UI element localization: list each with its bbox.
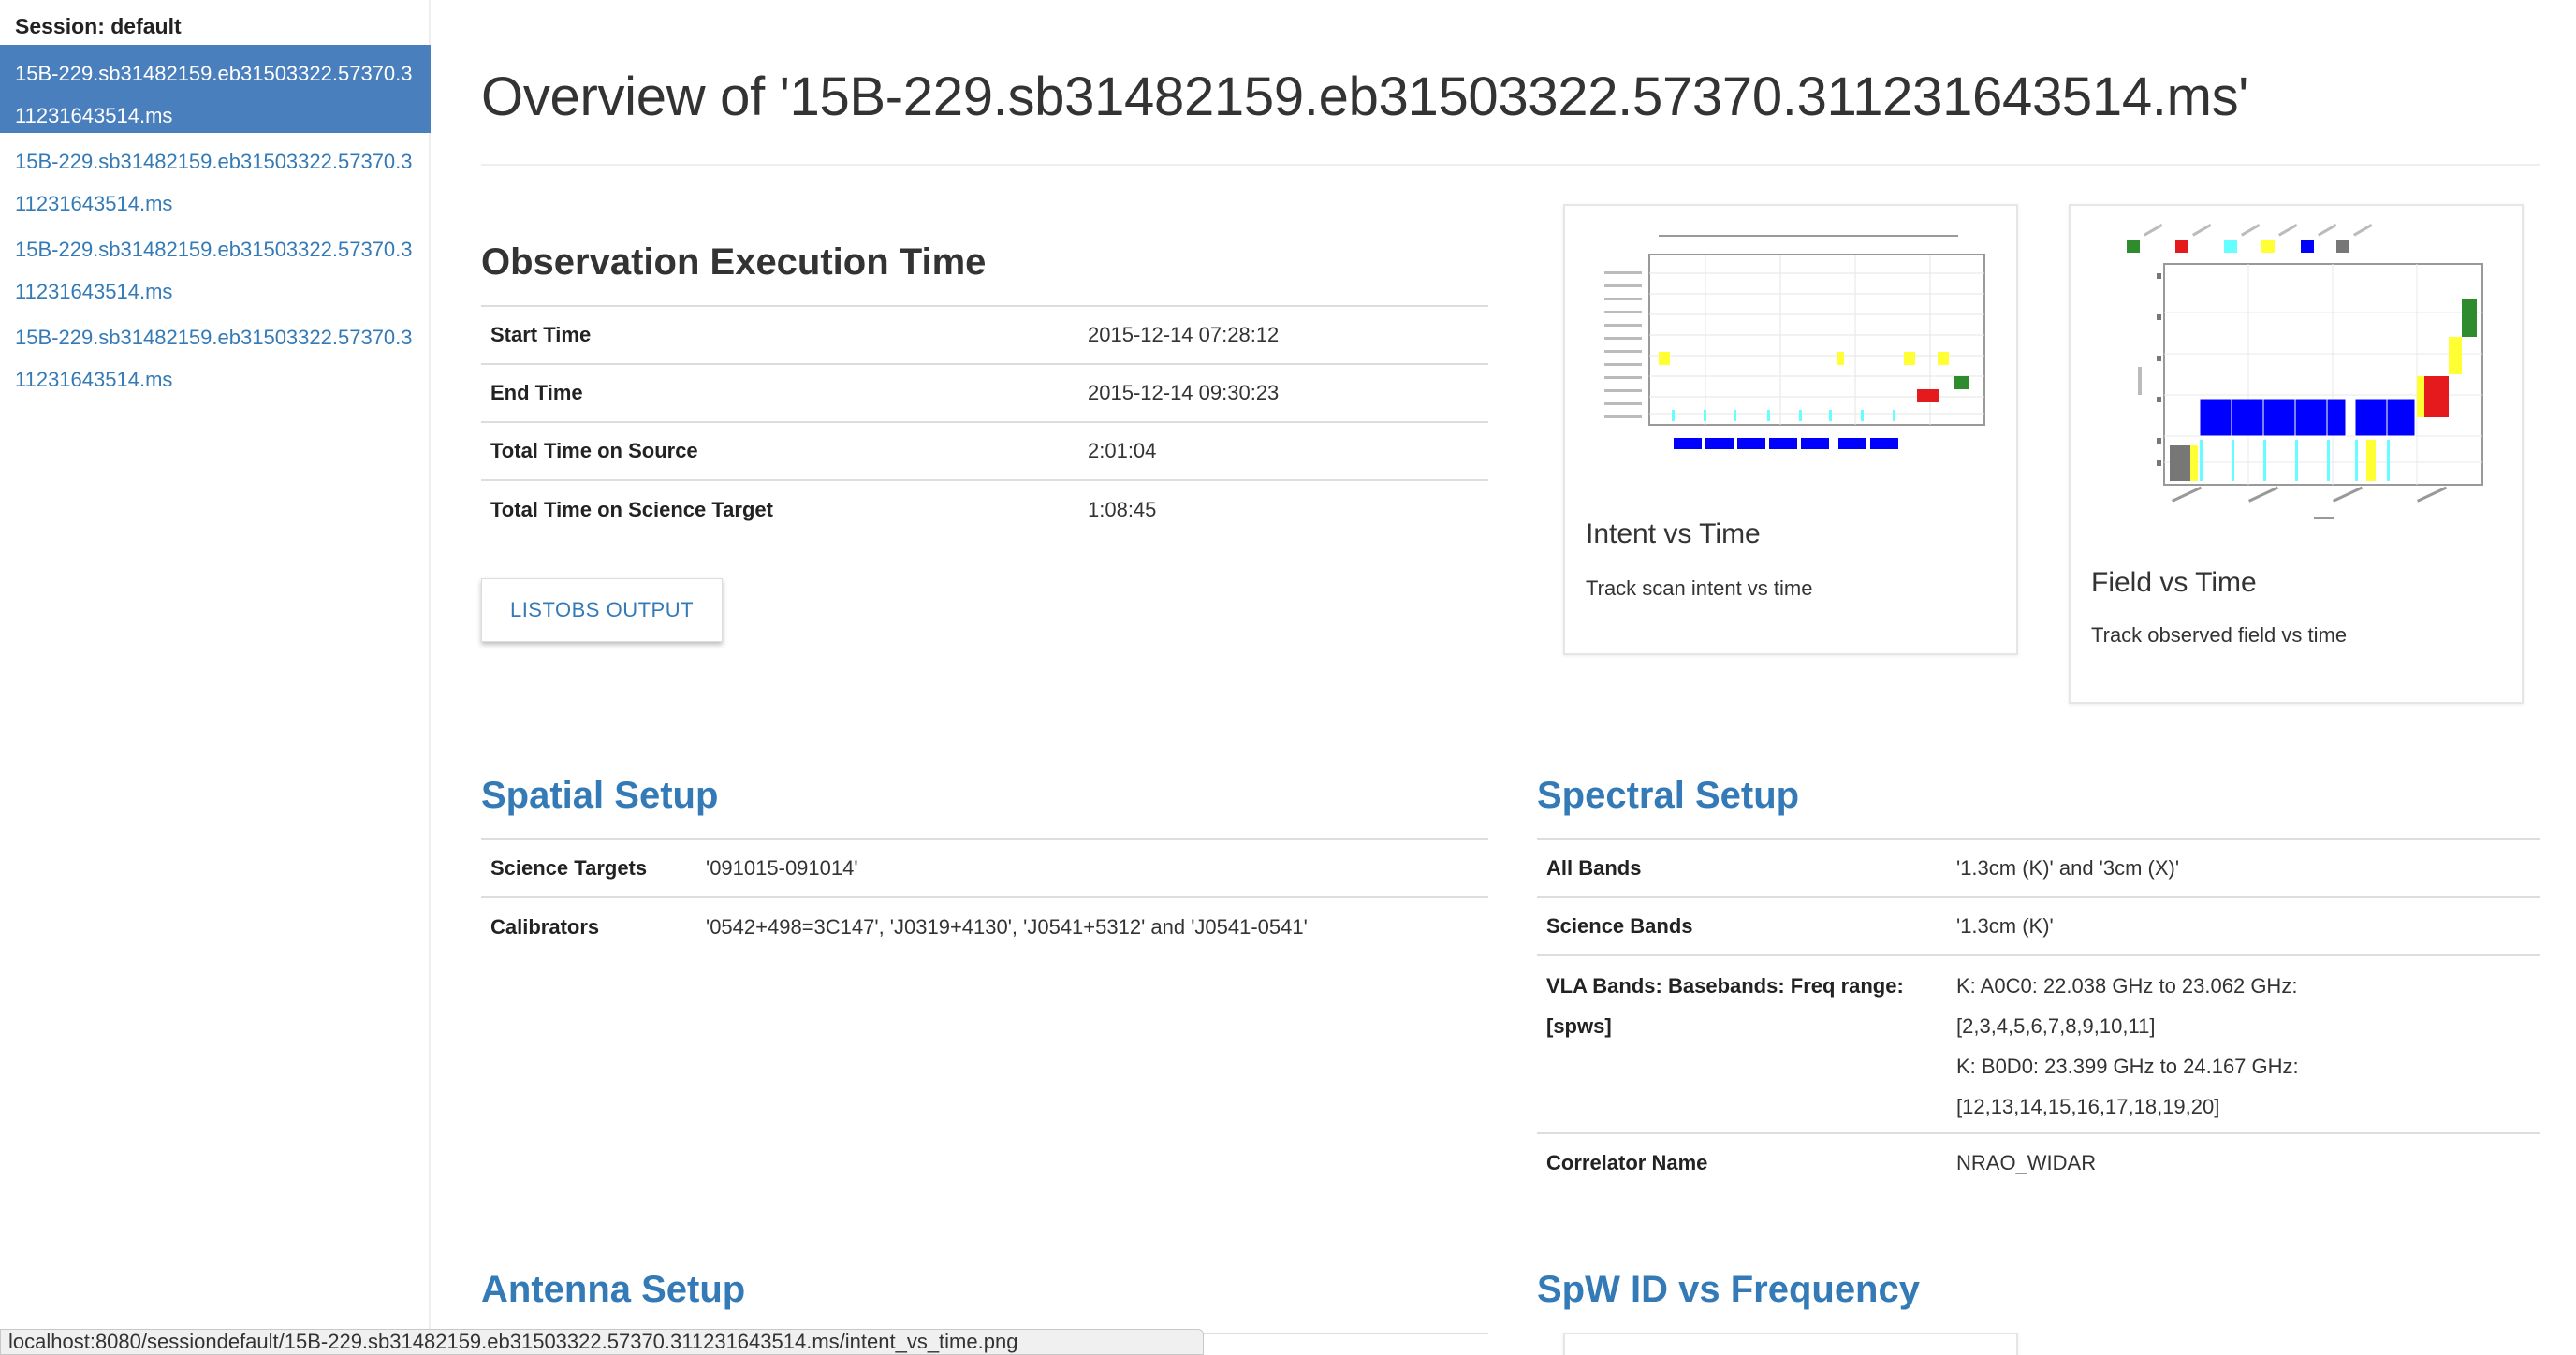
row-key: VLA Bands: Basebands: Freq range: [spws]	[1537, 954, 1947, 1133]
antenna-setup-heading[interactable]: Antenna Setup	[481, 1269, 745, 1311]
intent-vs-time-desc: Track scan intent vs time	[1586, 576, 1813, 600]
spatial-setup-heading[interactable]: Spatial Setup	[481, 775, 718, 817]
field-vs-time-thumbnail	[2108, 221, 2501, 530]
freq-line: K: A0C0: 22.038 GHz to 23.062 GHz:	[1956, 974, 2298, 998]
spectral-setup-heading[interactable]: Spectral Setup	[1537, 775, 1799, 817]
row-value: '1.3cm (K)'	[1947, 896, 2540, 955]
execution-table: Start Time 2015-12-14 07:28:12 End Time …	[481, 305, 1488, 538]
freq-line: K: B0D0: 23.399 GHz to 24.167 GHz:	[1956, 1055, 2299, 1078]
row-key: End Time	[481, 363, 1078, 422]
table-row: Science Bands '1.3cm (K)'	[1537, 896, 2540, 955]
freq-line: [2,3,4,5,6,7,8,9,10,11]	[1956, 1014, 2156, 1038]
table-row: Science Targets '091015-091014'	[481, 838, 1488, 897]
row-key: Start Time	[481, 305, 1078, 364]
row-key: Total Time on Source	[481, 421, 1078, 480]
row-value: '091015-091014'	[696, 838, 1488, 897]
spectral-setup-table: All Bands '1.3cm (K)' and '3cm (X)' Scie…	[1537, 838, 2540, 1191]
main-content: Overview of '15B-229.sb31482159.eb315033…	[481, 0, 2540, 1355]
spw-vs-frequency-heading[interactable]: SpW ID vs Frequency	[1537, 1269, 1920, 1311]
spw-vs-frequency-card[interactable]	[1563, 1333, 2018, 1355]
row-key: Correlator Name	[1537, 1132, 1947, 1191]
sidebar: Session: default 15B-229.sb31482159.eb31…	[0, 0, 431, 1355]
field-vs-time-card[interactable]: Field vs Time Track observed field vs ti…	[2069, 204, 2524, 704]
sidebar-item-ms-4[interactable]: 15B-229.sb31482159.eb31503322.57370.3112…	[0, 309, 431, 397]
table-row: Total Time on Science Target 1:08:45	[481, 479, 1488, 538]
intent-vs-time-card[interactable]: Intent vs Time Track scan intent vs time	[1563, 204, 2018, 655]
row-value: '0542+498=3C147', 'J0319+4130', 'J0541+5…	[696, 896, 1488, 955]
title-divider	[481, 164, 2540, 166]
sidebar-item-ms-3[interactable]: 15B-229.sb31482159.eb31503322.57370.3112…	[0, 221, 431, 309]
spatial-setup-table: Science Targets '091015-091014' Calibrat…	[481, 838, 1488, 955]
intent-vs-time-thumbnail	[1584, 226, 2001, 460]
table-row: Total Time on Source 2:01:04	[481, 421, 1488, 480]
sidebar-item-ms-2[interactable]: 15B-229.sb31482159.eb31503322.57370.3112…	[0, 133, 431, 221]
sidebar-item-ms-1[interactable]: 15B-229.sb31482159.eb31503322.57370.3112…	[0, 45, 431, 133]
page: Session: default 15B-229.sb31482159.eb31…	[0, 0, 2576, 1355]
session-label: Session: default	[15, 14, 182, 38]
row-key: Science Bands	[1537, 896, 1947, 955]
row-value: 2015-12-14 07:28:12	[1078, 305, 1488, 364]
page-title: Overview of '15B-229.sb31482159.eb315033…	[481, 66, 2249, 127]
row-key: Total Time on Science Target	[481, 479, 1078, 538]
row-value: '1.3cm (K)' and '3cm (X)'	[1947, 838, 2540, 897]
table-row: Start Time 2015-12-14 07:28:12	[481, 305, 1488, 364]
row-value: 2015-12-14 09:30:23	[1078, 363, 1488, 422]
row-key: Calibrators	[481, 896, 696, 955]
status-bar-url: localhost:8080/sessiondefault/15B-229.sb…	[0, 1329, 1204, 1355]
row-key: Science Targets	[481, 838, 696, 897]
listobs-output-button[interactable]: LISTOBS OUTPUT	[481, 578, 723, 642]
intent-vs-time-title: Intent vs Time	[1586, 518, 1761, 549]
row-value: K: A0C0: 22.038 GHz to 23.062 GHz: [2,3,…	[1947, 954, 2540, 1133]
execution-heading: Observation Execution Time	[481, 241, 987, 283]
field-vs-time-title: Field vs Time	[2091, 567, 2257, 598]
table-row: All Bands '1.3cm (K)' and '3cm (X)'	[1537, 838, 2540, 897]
table-row: End Time 2015-12-14 09:30:23	[481, 363, 1488, 422]
table-row: VLA Bands: Basebands: Freq range: [spws]…	[1537, 954, 2540, 1133]
freq-line: [12,13,14,15,16,17,18,19,20]	[1956, 1095, 2220, 1118]
table-row: Calibrators '0542+498=3C147', 'J0319+413…	[481, 896, 1488, 955]
row-value: 1:08:45	[1078, 479, 1488, 538]
table-row: Correlator Name NRAO_WIDAR	[1537, 1132, 2540, 1191]
row-key: All Bands	[1537, 838, 1947, 897]
row-value: NRAO_WIDAR	[1947, 1132, 2540, 1191]
row-value: 2:01:04	[1078, 421, 1488, 480]
field-vs-time-desc: Track observed field vs time	[2091, 623, 2348, 647]
